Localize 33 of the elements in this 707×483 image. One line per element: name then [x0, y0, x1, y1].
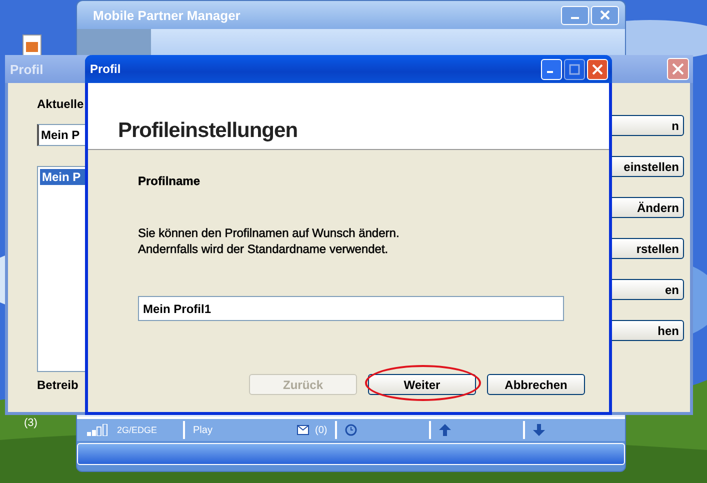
minimize-button[interactable]: [541, 58, 562, 80]
close-icon: [592, 64, 603, 74]
download-arrow-icon: [533, 424, 546, 436]
close-icon: [672, 63, 684, 75]
window-title: Profil: [90, 62, 122, 76]
icon-caption: (3): [24, 417, 38, 429]
minimize-icon: [571, 17, 579, 19]
file-icon[interactable]: [22, 34, 44, 58]
mail-icon[interactable]: [297, 425, 309, 435]
close-icon: [600, 10, 610, 20]
window-title: Mobile Partner Manager: [93, 8, 242, 22]
network-label: 2G/EDGE: [117, 425, 158, 435]
maximize-icon: [569, 64, 580, 74]
operator-label: Play: [193, 424, 214, 436]
field-label: Aktuelle: [37, 97, 85, 111]
dialog-heading: Profileinstellungen: [118, 119, 298, 143]
message-count: (0): [315, 424, 328, 436]
upload-arrow-icon: [439, 424, 452, 436]
field-label: Betreib: [37, 378, 80, 392]
wizard-button[interactable]: Weiter: [368, 374, 476, 395]
field-label: Profilname: [138, 174, 200, 188]
signal-icon: [87, 424, 109, 436]
minimize-icon: [547, 71, 553, 73]
profile-name-field[interactable]: Mein Profil1: [138, 296, 564, 321]
wizard-button[interactable]: Abbrechen: [487, 374, 585, 395]
close-button[interactable]: [667, 58, 689, 80]
close-button[interactable]: [587, 58, 608, 80]
minimize-button[interactable]: [561, 6, 589, 24]
description-text: Sie können den Profilnamen auf Wunsch ändern. Andernfalls wird der Standardname verwendet.: [138, 225, 400, 257]
window-title: Profil: [10, 62, 44, 76]
clock-icon: [345, 424, 358, 436]
close-button[interactable]: [591, 6, 619, 24]
maximize-button[interactable]: [564, 58, 585, 80]
